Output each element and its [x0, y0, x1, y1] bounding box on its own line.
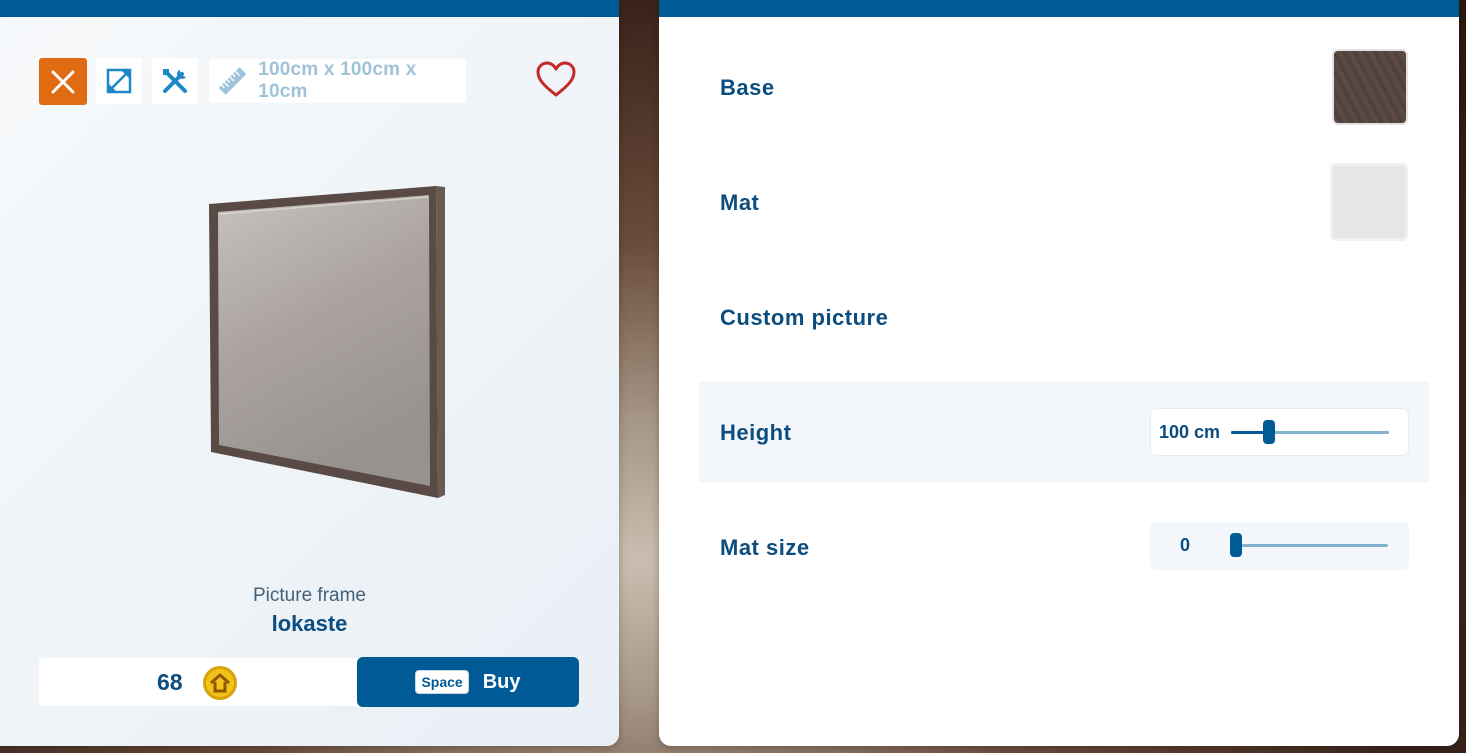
- panel-header-bar: [659, 0, 1459, 17]
- buy-button[interactable]: Space Buy: [357, 657, 579, 707]
- option-row-custom-picture[interactable]: Custom picture: [699, 267, 1429, 367]
- mat-color-swatch[interactable]: [1330, 163, 1408, 241]
- price-value: 68: [157, 669, 183, 695]
- item-category: Picture frame: [253, 585, 366, 606]
- close-icon: [51, 70, 75, 93]
- option-label-base: Base: [720, 75, 775, 100]
- option-row-mat: Mat: [699, 152, 1429, 252]
- space-key-hint: Space: [415, 670, 469, 694]
- resize-icon: [106, 68, 132, 94]
- customize-button[interactable]: [152, 58, 198, 104]
- item-3d-preview[interactable]: [200, 180, 450, 505]
- close-button[interactable]: [39, 58, 87, 105]
- heart-icon: [536, 61, 576, 97]
- mat-size-value: 0: [1180, 535, 1191, 555]
- option-label-height: Height: [720, 420, 792, 445]
- ruler-icon: [219, 67, 246, 95]
- mat-size-slider-track[interactable]: [1230, 533, 1388, 557]
- base-color-swatch[interactable]: [1332, 49, 1408, 125]
- option-label-mat: Mat: [720, 190, 760, 215]
- coin-house-icon: [203, 666, 237, 700]
- height-value: 100 cm: [1159, 422, 1221, 442]
- buy-label: Buy: [482, 670, 521, 693]
- item-preview-panel: 100cm x 100cm x 10cm Picture frame lokas…: [0, 0, 619, 746]
- mat-size-slider-box: 0: [1150, 522, 1409, 570]
- option-label-custom-picture: Custom picture: [720, 305, 889, 330]
- dimensions-display: 100cm x 100cm x 10cm: [209, 59, 466, 103]
- option-row-base: Base: [699, 37, 1429, 137]
- height-slider-box: 100 cm: [1150, 408, 1409, 456]
- mat-size-slider-thumb[interactable]: [1230, 533, 1243, 557]
- height-slider-track[interactable]: [1231, 420, 1389, 444]
- option-label-mat-size: Mat size: [720, 535, 810, 560]
- height-slider-thumb[interactable]: [1262, 420, 1275, 444]
- picture-frame-image: [209, 186, 445, 498]
- favorite-button[interactable]: [535, 60, 577, 98]
- panel-header-bar: [0, 0, 619, 17]
- dimensions-text: 100cm x 100cm x 10cm: [258, 59, 417, 102]
- tools-icon: [163, 69, 187, 93]
- price-display: 68: [39, 658, 359, 706]
- resize-button[interactable]: [96, 58, 142, 104]
- customization-panel: Base Mat Custom picture Height 100 cm Ma…: [659, 0, 1459, 746]
- item-name: lokaste: [271, 611, 348, 636]
